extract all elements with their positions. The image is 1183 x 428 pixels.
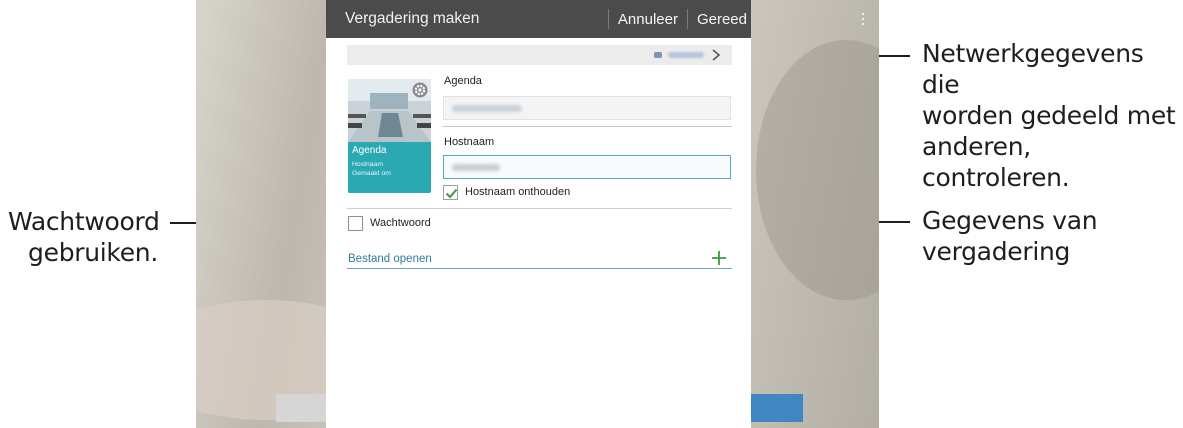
callout-network: Netwerkgegevens die worden gedeeld met a… xyxy=(922,38,1182,193)
chevron-right-icon[interactable] xyxy=(710,48,722,62)
agenda-input[interactable] xyxy=(443,96,731,120)
background-figure-right xyxy=(756,40,879,300)
hostname-label: Hostnaam xyxy=(444,136,495,148)
callout-network-line2: worden gedeeld met xyxy=(922,101,1176,130)
callout-password: Wachtwoord gebruiken. xyxy=(8,206,160,268)
agenda-value-blurred xyxy=(452,105,522,112)
callout-meeting-line2: vergadering xyxy=(922,237,1071,266)
agenda-divider xyxy=(442,126,732,127)
hostname-value-blurred xyxy=(452,164,500,171)
network-info-bar[interactable] xyxy=(347,45,732,65)
callout-meeting: Gegevens van vergadering xyxy=(922,205,1142,267)
agenda-label: Agenda xyxy=(444,75,482,87)
open-file-link[interactable]: Bestand openen xyxy=(348,253,432,265)
remember-hostname-label: Hostnaam onthouden xyxy=(465,186,571,198)
background-button-left xyxy=(276,394,326,422)
cancel-button[interactable]: Annuleer xyxy=(609,11,687,28)
callout-network-line1: Netwerkgegevens die xyxy=(922,39,1144,99)
thumbnail-info: Agenda Hostnaam Gemaakt om xyxy=(348,142,431,193)
network-name-blurred xyxy=(668,52,704,58)
callout-meeting-line1: Gegevens van xyxy=(922,206,1098,235)
checkmark-icon xyxy=(445,188,458,199)
password-checkbox[interactable] xyxy=(348,216,363,231)
meeting-thumbnail[interactable]: Agenda Hostnaam Gemaakt om xyxy=(348,79,431,193)
dialog-title: Vergadering maken xyxy=(345,10,480,27)
remember-hostname-checkbox[interactable] xyxy=(443,185,458,200)
more-vert-icon[interactable] xyxy=(861,12,865,26)
hostname-input[interactable] xyxy=(443,155,731,179)
plus-icon[interactable] xyxy=(711,250,727,266)
network-icon xyxy=(654,52,662,58)
dialog-titlebar: Vergadering maken Annuleer Gereed xyxy=(326,0,751,38)
done-button[interactable]: Gereed xyxy=(688,11,751,28)
callout-network-line3: anderen, controleren. xyxy=(922,132,1070,192)
thumbnail-title: Agenda xyxy=(352,145,387,156)
thumbnail-line1: Hostnaam xyxy=(352,161,383,168)
gear-icon[interactable] xyxy=(412,82,428,98)
callout-password-line1: Wachtwoord xyxy=(8,207,160,236)
password-label: Wachtwoord xyxy=(370,217,431,229)
create-meeting-dialog: Vergadering maken Annuleer Gereed Agenda… xyxy=(326,0,751,428)
background-button-right xyxy=(751,394,803,422)
device-screen: Vergadering maken Annuleer Gereed Agenda… xyxy=(196,0,879,428)
callout-password-line2: gebruiken. xyxy=(28,238,158,267)
section-divider xyxy=(347,208,732,209)
thumbnail-line2: Gemaakt om xyxy=(352,170,391,177)
open-file-underline xyxy=(347,268,732,269)
